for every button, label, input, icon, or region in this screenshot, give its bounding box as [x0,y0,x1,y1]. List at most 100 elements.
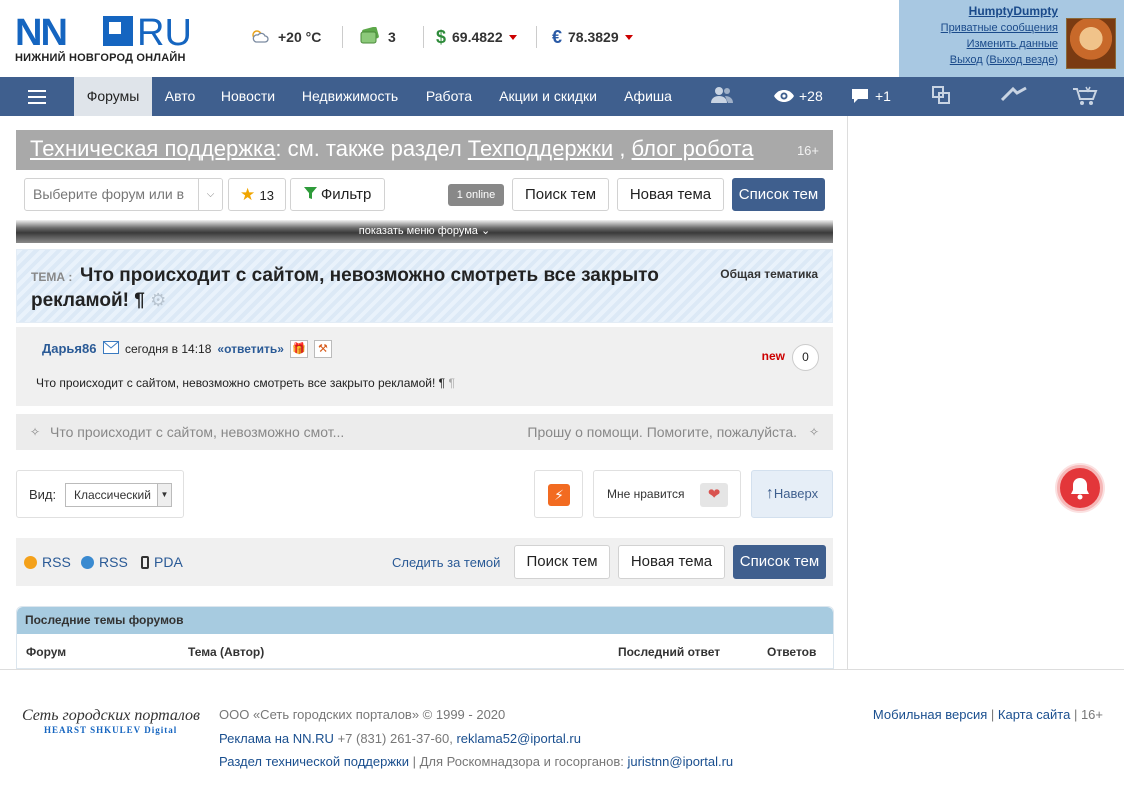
column-header-last-reply[interactable]: Последний ответ [618,645,720,659]
usd-rate-widget[interactable]: $ 69.4822 [436,26,537,48]
trend-icon[interactable] [1000,86,1027,106]
weather-temperature: +20 °C [278,29,322,45]
sitemap-link[interactable]: Карта сайта [998,707,1070,722]
legal-email-link[interactable]: juristnn@iportal.ru [627,754,733,769]
scroll-top-button[interactable]: ↑Наверх [751,470,833,518]
eur-rate-widget[interactable]: € 78.3829 [552,26,633,48]
view-mode-label: Вид: [29,487,57,502]
comments-count: +1 [875,88,891,104]
network-logo[interactable]: Сеть городских порталов HEARST SHKULEV D… [22,707,200,735]
logout-link[interactable]: Выход [950,54,983,66]
post-rating-counter[interactable]: 0 [792,344,819,371]
view-mode-select[interactable]: Классический ▼ [65,483,172,507]
topic-category[interactable]: Общая тематика [720,267,818,281]
avatar[interactable] [1066,18,1116,69]
cart-icon[interactable] [1072,86,1098,110]
age-rating-badge: 16+ [796,143,819,158]
reply-link[interactable]: «ответить» [217,342,284,356]
forum-title-text: : см. также раздел [275,136,468,161]
favorites-button[interactable]: ★ 13 [228,178,286,211]
site-logo[interactable]: NN RU НИЖНИЙ НОВГОРОД ОНЛАЙН [15,14,205,66]
ads-email-link[interactable]: reklama52@iportal.ru [456,731,580,746]
footer-age-badge: 16+ [1080,707,1103,722]
support-link[interactable]: Раздел технической поддержки [219,754,409,769]
dollar-icon: $ [436,26,447,47]
filter-button[interactable]: Фильтр [290,178,385,211]
forum-post: Дарья86 сегодня в 14:18 «ответить» 🎁 ⚒ n… [16,327,833,406]
like-button[interactable]: Мне нравится ❤ [593,470,741,518]
users-icon[interactable] [710,86,734,108]
prev-topic-link[interactable]: Что происходит с сайтом, невозможно смот… [50,414,344,450]
pda-link[interactable]: PDA [141,554,183,570]
weather-widget[interactable]: +20 °C [250,26,344,48]
star-icon: ★ [240,185,256,204]
show-forum-menu-bar[interactable]: показать меню форума ⌄ [16,220,833,243]
support-section-link[interactable]: Техподдержки [468,136,613,161]
topic-list-button-bottom[interactable]: Список тем [733,545,826,579]
lightning-icon: ⚡ [548,484,570,506]
menu-hamburger-icon[interactable] [28,90,46,104]
footer-ads-line: Реклама на NN.RU +7 (831) 261-37-60, rek… [219,731,581,746]
footer-right-links: Мобильная версия | Карта сайта | 16+ [872,707,1103,722]
nav-item-auto[interactable]: Авто [152,77,208,116]
latest-topics-table: Последние темы форумов Форум Тема (Автор… [16,606,834,669]
search-topics-button[interactable]: Поиск тем [512,178,609,211]
site-header: NN RU НИЖНИЙ НОВГОРОД ОНЛАЙН +20 °C 3 $ … [0,0,1124,77]
ads-phone: +7 (831) 261-37-60, [333,731,457,746]
forum-title-link[interactable]: Техническая поддержка [30,136,275,161]
view-mode-value: Классический [74,488,151,502]
windows-icon[interactable] [932,86,950,108]
messages-widget[interactable]: 3 [360,26,424,48]
forum-select-placeholder: Выберите форум или в [33,186,185,202]
mobile-version-link[interactable]: Мобильная версия [873,707,987,722]
rate-down-icon [624,34,633,40]
notification-bell-icon[interactable] [1057,465,1103,511]
rss-link-1[interactable]: RSS [24,554,71,570]
pilcrow-icon[interactable]: ¶ [448,376,454,390]
column-header-replies[interactable]: Ответов [767,645,816,659]
nav-item-realty[interactable]: Недвижимость [288,77,412,116]
next-topic-link[interactable]: Прошу о помощи. Помогите, пожалуйста. [527,414,797,450]
private-messages-link[interactable]: Приватные сообщения [941,22,1058,34]
arrow-up-icon: ↑ [765,485,774,502]
gift-icon[interactable]: 🎁 [289,340,308,358]
new-topic-button[interactable]: Новая тема [617,178,724,211]
like-label: Мне нравится [607,487,685,501]
forum-select[interactable]: Выберите форум или в ⌵ [24,178,223,211]
rss-icon [24,555,37,569]
column-header-topic[interactable]: Тема (Автор) [188,645,264,659]
ads-link[interactable]: Реклама на NN.RU [219,731,334,746]
rss-label-1: RSS [42,554,71,570]
mail-icon[interactable] [103,341,119,357]
comments-counter[interactable]: +1 [851,86,891,106]
weather-cloud-icon [250,28,270,47]
new-topic-button-bottom[interactable]: Новая тема [618,545,725,579]
search-topics-button-bottom[interactable]: Поиск тем [514,545,610,579]
footer-support-line: Раздел технической поддержки | Для Роско… [219,754,733,769]
follow-topic-link[interactable]: Следить за темой [392,555,500,570]
nav-item-jobs[interactable]: Работа [412,77,486,116]
edit-profile-link[interactable]: Изменить данные [967,38,1058,50]
column-header-forum[interactable]: Форум [26,645,66,659]
user-panel: HumptyDumpty Приватные сообщения Изменит… [899,0,1124,77]
latest-topics-title: Последние темы форумов [17,607,833,634]
topic-list-button[interactable]: Список тем [732,178,825,211]
username-link[interactable]: HumptyDumpty [969,4,1058,18]
gear-icon[interactable]: ⚙ [150,290,166,310]
show-forum-menu-label: показать меню форума [358,225,478,237]
rss-link-2[interactable]: RSS [81,554,128,570]
nav-item-sales[interactable]: Акции и скидки [486,77,610,116]
views-counter[interactable]: +28 [773,86,823,106]
post-author-link[interactable]: Дарья86 [42,341,96,356]
network-name: Сеть городских порталов [22,707,200,724]
quick-action-button[interactable]: ⚡ [534,470,583,518]
nav-item-news[interactable]: Новости [208,77,288,116]
logout-everywhere-link[interactable]: Выход везде [989,54,1054,66]
main-nav: Форумы Авто Новости Недвижимость Работа … [0,77,1124,116]
gavel-icon[interactable]: ⚒ [313,340,332,358]
scroll-top-label: Наверх [773,486,819,501]
robot-blog-link[interactable]: блог робота [632,136,754,161]
nav-item-forums[interactable]: Форумы [74,77,152,116]
euro-icon: € [552,26,563,47]
nav-item-afisha[interactable]: Афиша [610,77,686,116]
